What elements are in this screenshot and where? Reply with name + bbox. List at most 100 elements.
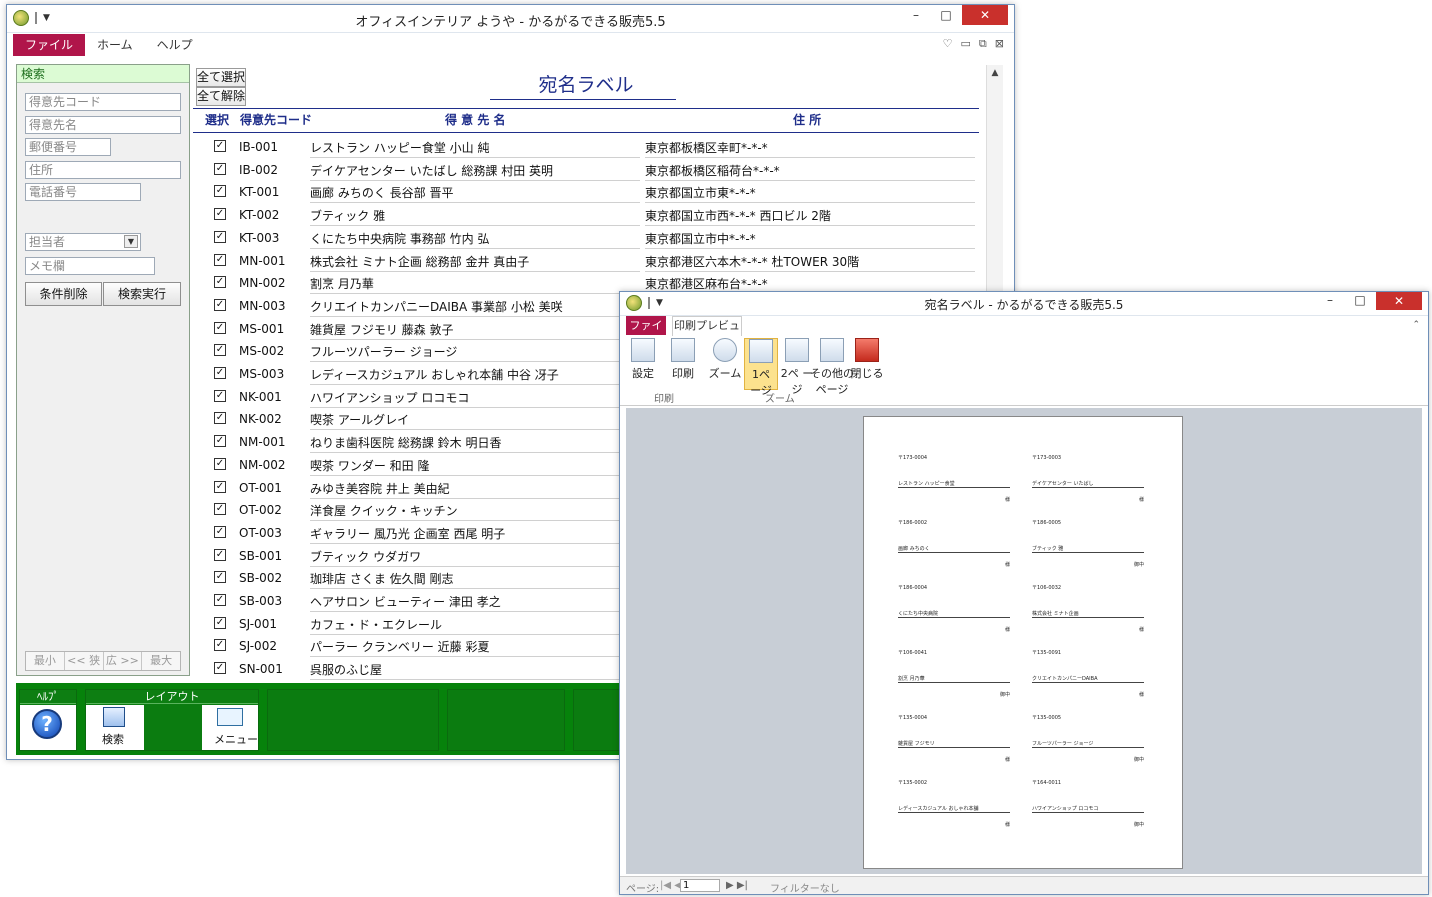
mdi-close-icon[interactable]: ⊠	[995, 37, 1004, 51]
maximize-icon[interactable]: □	[1346, 292, 1374, 310]
select-checkbox[interactable]: ✓	[214, 389, 226, 402]
select-checkbox[interactable]: ✓	[214, 412, 226, 425]
close-preview-button[interactable]: 閉じる	[850, 338, 884, 381]
minimize-icon[interactable]: –	[902, 5, 930, 25]
customer-name-field[interactable]: 得意先名	[25, 116, 181, 134]
select-checkbox[interactable]: ✓	[214, 616, 226, 629]
memo-field[interactable]: メモ欄	[25, 257, 155, 275]
label-name: クリエイトカンパニーDAIBA	[1032, 676, 1144, 683]
minimize-icon[interactable]: –	[1316, 292, 1344, 310]
select-all-button[interactable]: 全て選択	[196, 68, 246, 87]
print-button[interactable]: 印刷	[666, 338, 700, 381]
tab-file[interactable]: ファイル	[626, 316, 666, 351]
label-honorific: 様	[1004, 822, 1010, 828]
customer-name: 洋食屋 クイック・キッチン	[310, 502, 640, 522]
settings-button[interactable]: 設定	[626, 338, 660, 381]
select-checkbox[interactable]: ✓	[214, 344, 226, 357]
phone-field[interactable]: 電話番号	[25, 183, 141, 201]
select-checkbox[interactable]: ✓	[214, 639, 226, 652]
one-page-button[interactable]: 1ペ ージ	[744, 338, 778, 397]
select-checkbox[interactable]: ✓	[214, 230, 226, 243]
label-name: レストラン ハッピー食堂	[898, 481, 1010, 488]
help-icon[interactable]: ?	[32, 709, 62, 739]
label-honorific: 御中	[999, 692, 1010, 698]
customer-code: SJ-002	[239, 639, 277, 654]
table-row[interactable]: ✓ IB-001 レストラン ハッピー食堂 小山 純東京都板橋区幸町*-*-*	[193, 136, 983, 159]
mdi-minimize-icon[interactable]: ▭	[961, 37, 971, 51]
select-checkbox[interactable]: ✓	[214, 208, 226, 221]
select-checkbox[interactable]: ✓	[214, 457, 226, 470]
address-field[interactable]: 住所	[25, 161, 181, 179]
search-panel-header: 検索	[17, 65, 189, 83]
layout-panel: レイアウト 検索 メニュー	[85, 689, 259, 751]
select-checkbox[interactable]: ✓	[214, 253, 226, 266]
mdi-restore-icon[interactable]: ⧉	[979, 37, 987, 51]
customer-code-field[interactable]: 得意先コード	[25, 93, 181, 111]
table-row[interactable]: ✓ MN-001 株式会社 ミナト企画 総務部 金井 真由子 東京都港区六本木*-*-…	[193, 250, 983, 273]
select-checkbox[interactable]: ✓	[214, 321, 226, 334]
other-pages-button[interactable]: その他の ページ	[810, 338, 854, 397]
close-icon[interactable]: ✕	[962, 5, 1008, 25]
page-number-input[interactable]: 1	[680, 879, 720, 892]
clear-all-button[interactable]: 全て解除	[196, 87, 246, 106]
next-page-icon[interactable]: ▶ ▶|	[726, 880, 748, 891]
address-label: 〒164-0011 ハワイアンショップ ロコモコ 御中	[1032, 780, 1144, 828]
select-checkbox[interactable]: ✓	[214, 503, 226, 516]
help-panel-header: ﾍﾙﾌﾟ	[20, 690, 76, 704]
menu-file[interactable]: ファイル	[13, 34, 86, 56]
staff-select[interactable]: 担当者 ▼	[25, 233, 141, 251]
select-checkbox[interactable]: ✓	[214, 548, 226, 561]
ribbon-collapse-icon[interactable]: ⌃	[1412, 320, 1420, 330]
select-checkbox[interactable]: ✓	[214, 162, 226, 175]
table-row[interactable]: ✓ KT-003 くにたち中央病院 事務部 竹内 弘東京都国立市中*-*-*	[193, 227, 983, 250]
address-label: 〒186-0004 くにたち中央病院様	[898, 585, 1010, 633]
two-page-button[interactable]: 2ペ ージ	[780, 338, 814, 397]
select-checkbox[interactable]: ✓	[214, 140, 226, 152]
chevron-down-icon[interactable]: ▼	[124, 235, 138, 248]
menu-home[interactable]: ホーム	[85, 34, 145, 56]
select-checkbox[interactable]: ✓	[214, 571, 226, 584]
customer-name: 喫茶 アールグレイ	[310, 411, 640, 431]
tab-print-preview[interactable]: 印刷プレビュー	[672, 316, 742, 350]
select-checkbox[interactable]: ✓	[214, 594, 226, 606]
select-checkbox[interactable]: ✓	[214, 298, 226, 311]
select-checkbox[interactable]: ✓	[214, 367, 226, 379]
select-checkbox[interactable]: ✓	[214, 435, 226, 448]
customer-code: IB-002	[239, 162, 279, 177]
customer-name: クリエイトカンパニーDAIBA 事業部 小松 美咲	[310, 298, 640, 317]
first-page-icon[interactable]: |◀ ◀	[660, 880, 682, 891]
menu-tile[interactable]: メニュー	[202, 705, 258, 750]
nav-narrow-button[interactable]: << 狭	[65, 652, 104, 670]
table-row[interactable]: ✓ IB-002 デイケアセンター いたばし 総務課 村田 英明 東京都板橋区稲荷台*…	[193, 159, 983, 182]
select-checkbox[interactable]: ✓	[214, 185, 226, 198]
nav-wide-button[interactable]: 広 >>	[104, 652, 143, 670]
filter-status[interactable]: フィルターなし	[770, 880, 840, 895]
nav-max-button[interactable]: 最大	[142, 652, 180, 670]
menu-help[interactable]: ヘルプ	[145, 34, 205, 56]
select-checkbox[interactable]: ✓	[214, 480, 226, 493]
zip-field[interactable]: 郵便番号	[25, 138, 111, 156]
nav-min-button[interactable]: 最小	[26, 652, 65, 670]
clear-conditions-button[interactable]: 条件削除	[25, 282, 102, 306]
ribbon-toggle-icon[interactable]: ♡	[943, 37, 953, 51]
scroll-up-icon[interactable]: ▲	[987, 65, 1003, 81]
maximize-icon[interactable]: □	[932, 5, 960, 25]
label-honorific: 様	[1004, 757, 1010, 763]
preview-window-title: 宛名ラベル - かるがるできる販売5.5	[924, 298, 1124, 312]
table-row[interactable]: ✓ KT-001 画廊 みちのく 長谷部 晋平 東京都国立市東*-*-*	[193, 181, 983, 204]
label-name: 株式会社 ミナト企画	[1032, 611, 1144, 618]
main-titlebar: ▼ オフィスインテリア ようや - かるがるできる販売5.5 – □ ✕	[7, 5, 1014, 33]
label-zip: 〒186-0002	[898, 520, 928, 526]
zoom-button[interactable]: ズーム	[708, 338, 742, 381]
table-row[interactable]: ✓ KT-002 ブティック 雅東京都国立市西*-*-* 西口ビル 2階	[193, 204, 983, 227]
select-checkbox[interactable]: ✓	[214, 276, 226, 289]
search-tile[interactable]: 検索	[86, 705, 144, 750]
label-name: 割烹 月乃華	[898, 676, 1010, 683]
label-name: 雑貨屋 フジモリ	[898, 741, 1010, 748]
select-checkbox[interactable]: ✓	[214, 662, 226, 675]
label-zip: 〒135-0002	[898, 780, 928, 786]
group-print-label: 印刷	[654, 394, 674, 405]
select-checkbox[interactable]: ✓	[214, 525, 226, 538]
run-search-button[interactable]: 検索実行	[103, 282, 181, 306]
close-icon[interactable]: ✕	[1376, 292, 1422, 310]
